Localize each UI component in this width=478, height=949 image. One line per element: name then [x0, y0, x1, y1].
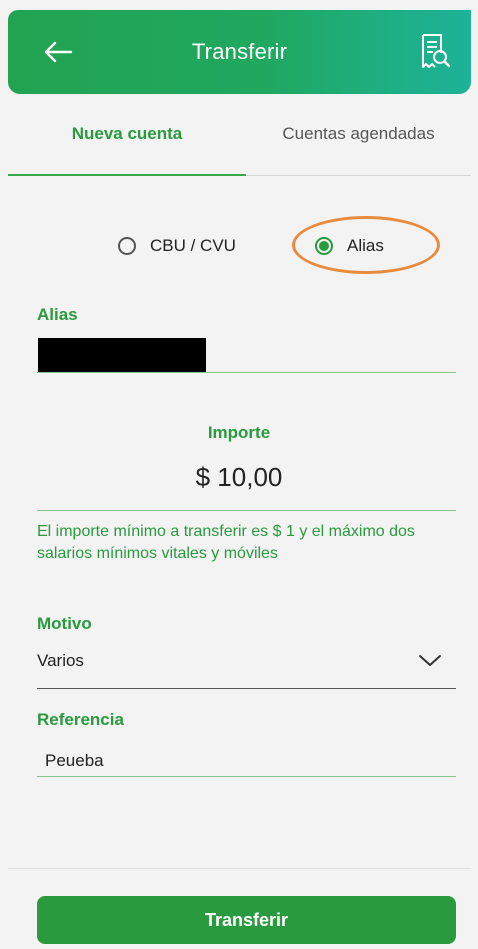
reason-underline [37, 688, 456, 689]
page-title: Transferir [191, 39, 288, 64]
radio-label: CBU / CVU [150, 236, 236, 255]
alias-input-redacted[interactable] [38, 338, 206, 372]
radio-unchecked-icon [118, 237, 136, 255]
amount-label: Importe [207, 423, 271, 442]
transfer-button[interactable]: Transferir [37, 896, 456, 944]
alias-underline [37, 372, 456, 373]
chevron-down-icon[interactable] [417, 650, 443, 670]
alias-label: Alias [37, 305, 78, 324]
radio-checked-icon [315, 237, 333, 255]
tab-cuentas-agendadas[interactable]: Cuentas agendadas [246, 94, 471, 174]
tab-nueva-cuenta[interactable]: Nueva cuenta [8, 94, 246, 174]
radio-alias[interactable]: Alias [315, 226, 384, 266]
tab-bar: Nueva cuenta Cuentas agendadas [8, 94, 471, 176]
reason-select[interactable]: Varios [37, 651, 84, 671]
amount-limits-info: El importe mínimo a transferir es $ 1 y … [37, 523, 415, 562]
tab-divider [246, 175, 471, 176]
reference-input[interactable] [37, 746, 463, 776]
reason-label: Motivo [37, 614, 92, 633]
radio-cbu-cvu[interactable]: CBU / CVU [118, 226, 236, 266]
amount-underline [37, 510, 456, 511]
app-header: Transferir [8, 10, 471, 94]
radio-label: Alias [347, 236, 384, 255]
footer-divider [8, 868, 471, 869]
amount-input[interactable]: $ 10,00 [0, 462, 478, 493]
reference-label: Referencia [37, 710, 124, 729]
receipt-search-icon [422, 34, 451, 68]
account-type-selector: CBU / CVU Alias [0, 226, 478, 266]
active-tab-indicator [8, 174, 246, 176]
receipt-search-button[interactable] [415, 30, 455, 74]
reference-underline [37, 776, 456, 777]
